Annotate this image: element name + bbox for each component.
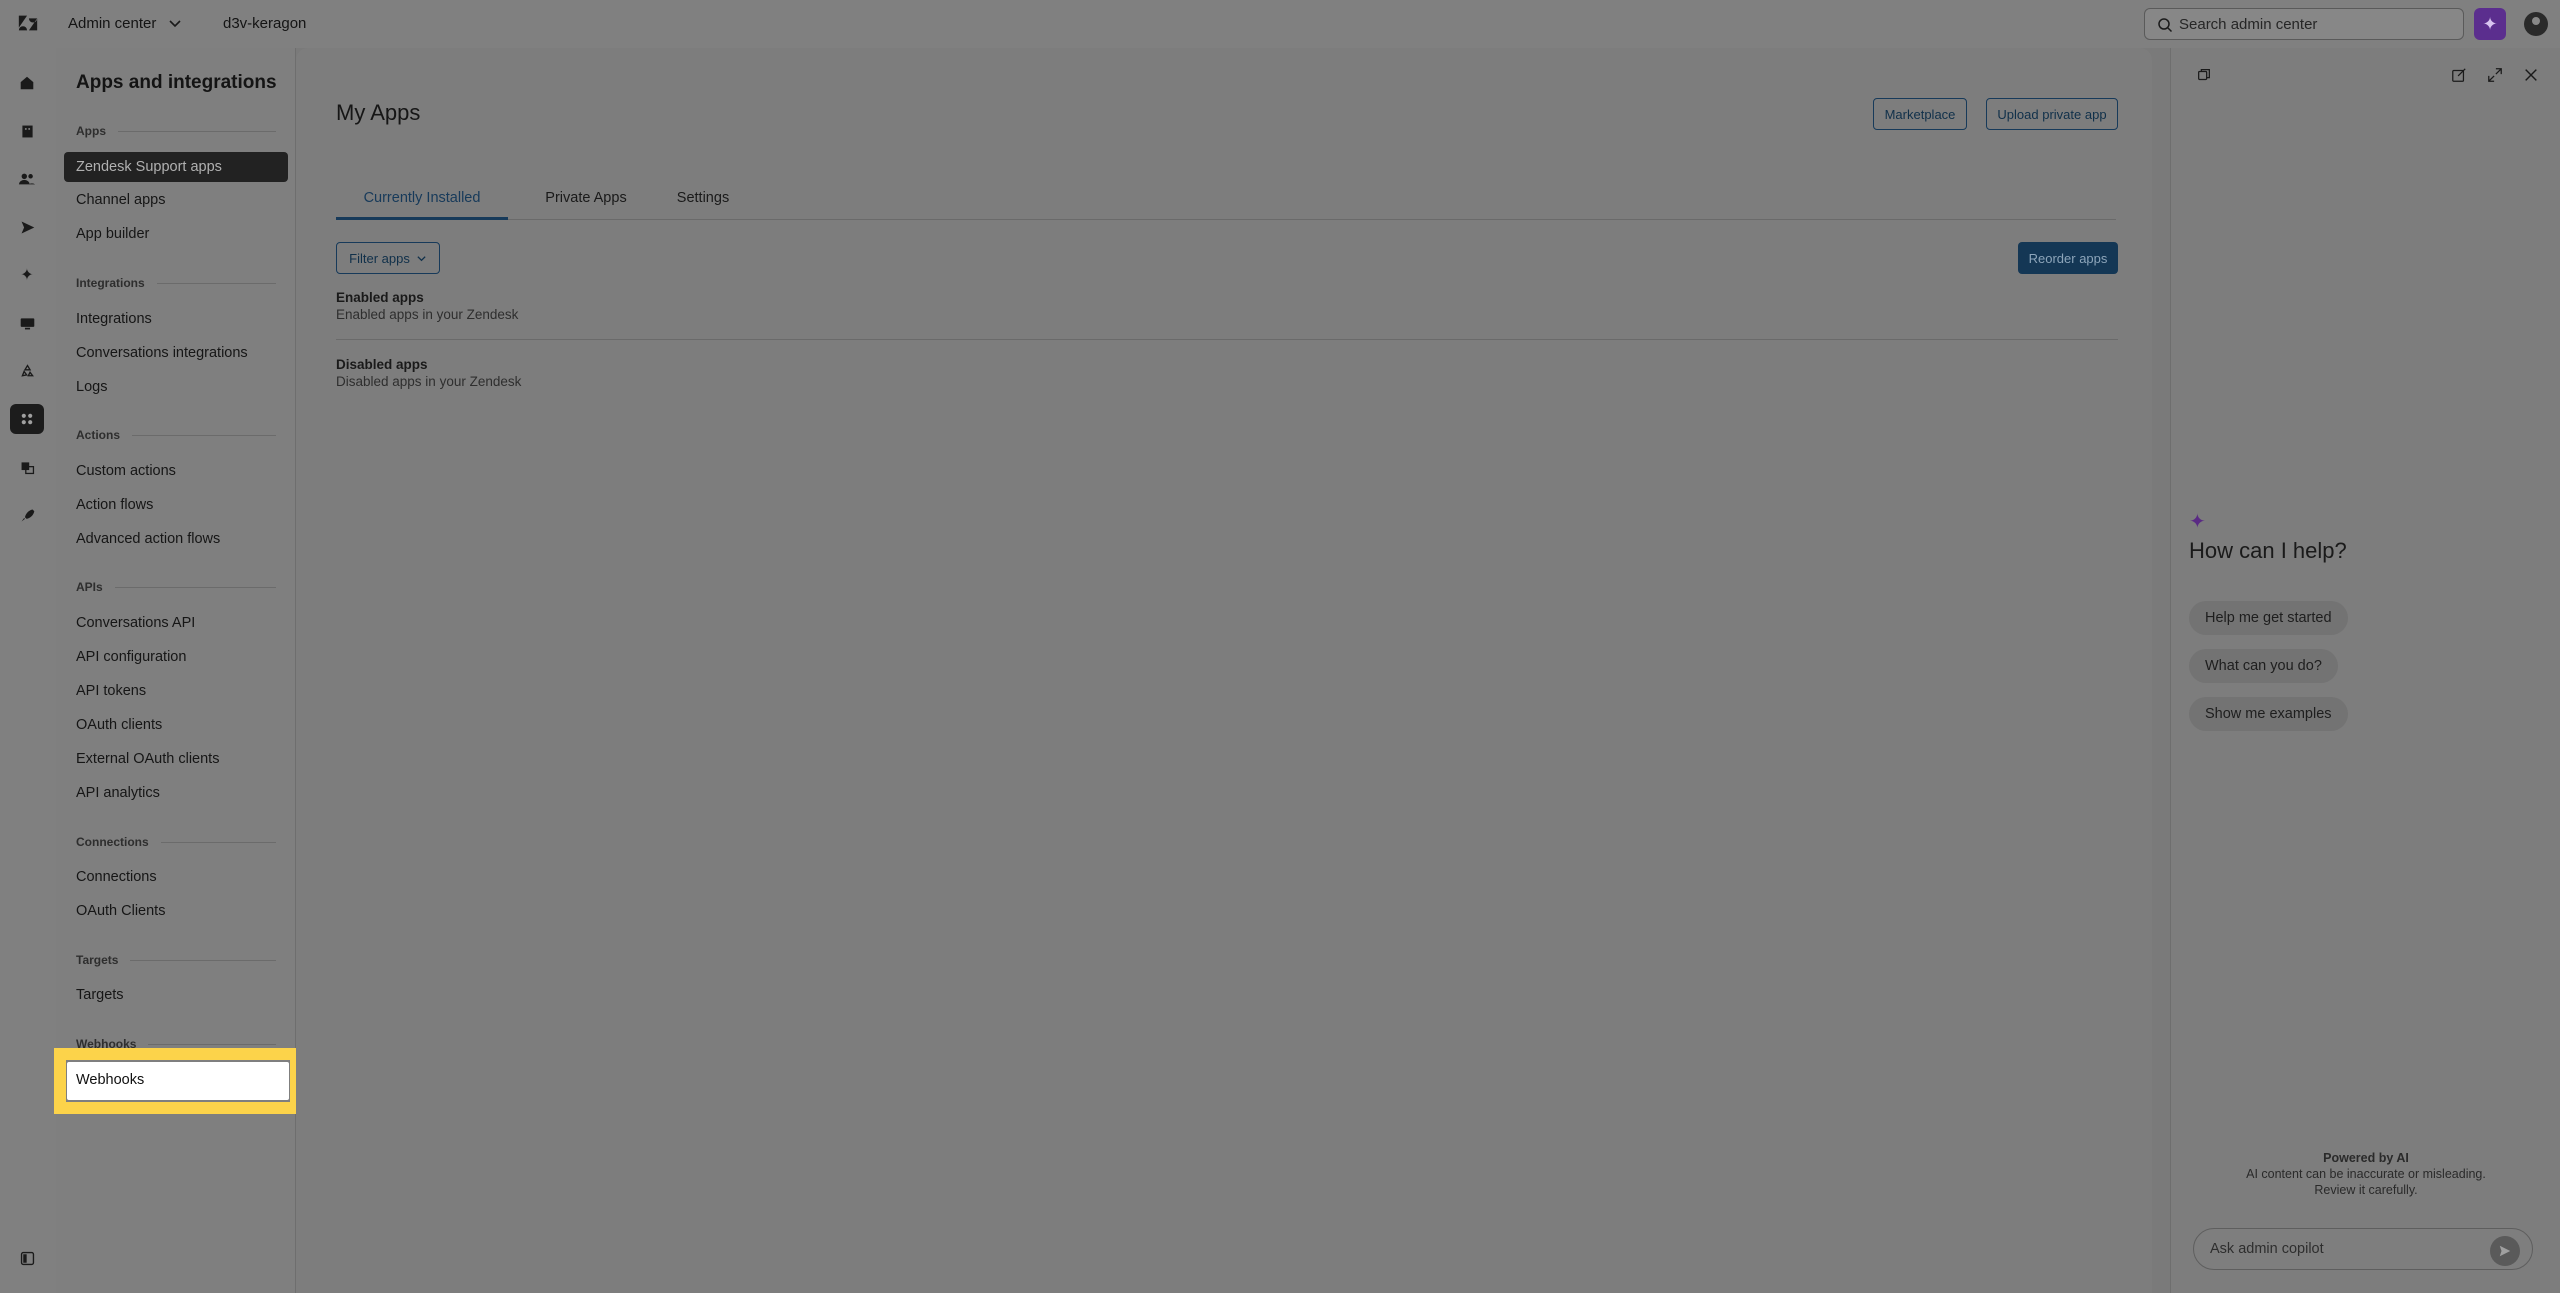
sidebar-item-conversations-api[interactable]: Conversations API xyxy=(76,615,195,631)
search-placeholder: Search admin center xyxy=(2179,15,2318,33)
copilot-sparkle-button[interactable]: ✦ xyxy=(2474,8,2506,40)
icon-rail: ✦ xyxy=(0,48,56,1293)
section-header-apis: APIs xyxy=(76,580,276,594)
people-icon[interactable] xyxy=(16,168,38,190)
account-name: d3v-keragon xyxy=(223,15,307,32)
sidebar-item-api-analytics[interactable]: API analytics xyxy=(76,785,160,801)
upload-private-app-button[interactable]: Upload private app xyxy=(1986,98,2118,130)
sparkle-icon: ✦ xyxy=(2482,13,2498,34)
chevron-down-icon xyxy=(417,255,426,261)
history-icon[interactable] xyxy=(2195,66,2213,84)
suggestion-chip[interactable]: What can you do? xyxy=(2189,649,2338,683)
ask-copilot-input[interactable]: Ask admin copilot xyxy=(2193,1228,2533,1270)
zendesk-logo-icon[interactable] xyxy=(16,12,40,36)
section-header-integrations: Integrations xyxy=(76,276,276,290)
disabled-apps-title: Disabled apps xyxy=(336,357,428,372)
suggestion-chip[interactable]: Show me examples xyxy=(2189,697,2348,731)
sparkle-icon: ✦ xyxy=(2189,511,2206,533)
ai-disclaimer: Powered by AI AI content can be inaccura… xyxy=(2171,1150,2560,1198)
filter-apps-button[interactable]: Filter apps xyxy=(336,242,440,274)
sidebar-item-oauth-clients-connections[interactable]: OAuth Clients xyxy=(76,903,165,919)
expand-icon[interactable] xyxy=(2486,66,2504,84)
disclaimer-line-1: AI content can be inaccurate or misleadi… xyxy=(2246,1167,2486,1181)
sidebar-item-connections[interactable]: Connections xyxy=(76,869,157,885)
sidebar-item-zendesk-support-apps[interactable]: Zendesk Support apps xyxy=(64,152,288,182)
sidebar-title: Apps and integrations xyxy=(76,72,277,93)
sidebar-item-integrations[interactable]: Integrations xyxy=(76,311,152,327)
sidebar-item-oauth-clients[interactable]: OAuth clients xyxy=(76,717,162,733)
sidebar-item-webhooks[interactable]: Webhooks xyxy=(67,1062,289,1100)
sidebar-item-external-oauth-clients[interactable]: External OAuth clients xyxy=(76,751,219,767)
marketplace-button[interactable]: Marketplace xyxy=(1873,98,1967,130)
copilot-heading: How can I help? xyxy=(2189,538,2347,563)
close-icon[interactable] xyxy=(2522,66,2540,84)
user-avatar[interactable] xyxy=(2524,12,2548,36)
new-chat-icon[interactable] xyxy=(2450,66,2468,84)
objects-icon[interactable] xyxy=(16,456,38,478)
product-name: Admin center xyxy=(68,14,157,32)
main-panel: My Apps Marketplace Upload private app C… xyxy=(296,48,2160,1293)
product-switcher[interactable]: Admin center xyxy=(68,14,184,32)
send-button[interactable] xyxy=(2490,1236,2520,1266)
search-icon xyxy=(2158,18,2173,33)
send-icon xyxy=(2499,1245,2511,1257)
sidebar-item-custom-actions[interactable]: Custom actions xyxy=(76,463,176,479)
apps-icon[interactable] xyxy=(10,404,44,434)
powered-by-label: Powered by AI xyxy=(2323,1151,2409,1165)
enabled-apps-subtitle: Enabled apps in your Zendesk xyxy=(336,307,519,322)
sidebar-item-app-builder[interactable]: App builder xyxy=(76,226,149,242)
recycle-icon[interactable] xyxy=(16,360,38,382)
page-title: My Apps xyxy=(336,100,421,125)
monitor-icon[interactable] xyxy=(16,312,38,334)
suggestion-chip[interactable]: Help me get started xyxy=(2189,601,2348,635)
section-header-connections: Connections xyxy=(76,835,276,849)
reorder-apps-button[interactable]: Reorder apps xyxy=(2018,242,2118,274)
section-header-targets: Targets xyxy=(76,953,276,967)
disclaimer-line-2: Review it carefully. xyxy=(2314,1183,2418,1197)
filter-apps-label: Filter apps xyxy=(349,250,410,266)
tab-currently-installed[interactable]: Currently Installed xyxy=(336,188,508,220)
sidebar-item-targets[interactable]: Targets xyxy=(76,987,124,1003)
enabled-apps-title: Enabled apps xyxy=(336,290,424,305)
sidebar-item-logs[interactable]: Logs xyxy=(76,379,107,395)
rocket-icon[interactable] xyxy=(16,504,38,526)
main-card: My Apps Marketplace Upload private app C… xyxy=(296,48,2152,1293)
building-icon[interactable] xyxy=(16,120,38,142)
sidebar-item-api-configuration[interactable]: API configuration xyxy=(76,649,186,665)
home-icon[interactable] xyxy=(16,72,38,94)
section-header-actions: Actions xyxy=(76,428,276,442)
panel-toggle-icon[interactable] xyxy=(16,1247,38,1269)
tab-bar: Currently Installed Private Apps Setting… xyxy=(336,188,2116,220)
sidebar-item-advanced-action-flows[interactable]: Advanced action flows xyxy=(76,531,220,547)
sidebar-item-api-tokens[interactable]: API tokens xyxy=(76,683,146,699)
sidebar-item-action-flows[interactable]: Action flows xyxy=(76,497,153,513)
tab-private-apps[interactable]: Private Apps xyxy=(530,188,642,220)
copilot-panel: ✦ How can I help? Help me get started Wh… xyxy=(2170,48,2560,1293)
chevron-down-icon xyxy=(169,20,181,28)
sidebar-item-channel-apps[interactable]: Channel apps xyxy=(76,192,166,208)
divider xyxy=(336,339,2118,340)
disabled-apps-subtitle: Disabled apps in your Zendesk xyxy=(336,374,522,389)
search-input[interactable]: Search admin center xyxy=(2144,8,2464,40)
tab-settings[interactable]: Settings xyxy=(662,188,744,220)
send-icon[interactable] xyxy=(16,216,38,238)
sidebar-item-conversations-integrations[interactable]: Conversations integrations xyxy=(76,345,248,361)
section-header-apps: Apps xyxy=(76,124,276,138)
sparkle-icon[interactable]: ✦ xyxy=(16,264,38,286)
top-bar: Admin center d3v-keragon Search admin ce… xyxy=(0,0,2560,48)
